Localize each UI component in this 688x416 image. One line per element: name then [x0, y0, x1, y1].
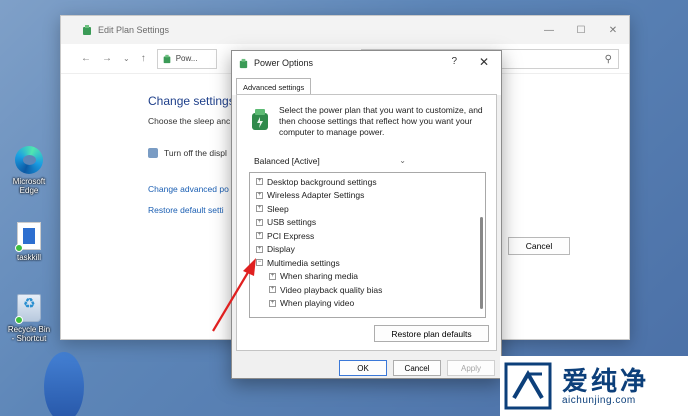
turn-off-display-row: Turn off the displ — [148, 148, 235, 158]
expand-icon[interactable]: + — [269, 299, 276, 307]
tree-subitem[interactable]: + When sharing media — [269, 270, 358, 283]
restore-default-settings-link[interactable]: Restore default setti — [148, 205, 235, 215]
expand-icon[interactable]: + — [256, 205, 263, 212]
tree-item[interactable]: + Sleep — [256, 202, 289, 215]
window-title: Edit Plan Settings — [98, 25, 170, 35]
tree-item[interactable]: + Desktop background settings — [256, 175, 377, 188]
power-plan-dropdown[interactable]: Balanced [Active] ⌄ — [250, 153, 410, 168]
back-arrow-icon[interactable]: ← — [81, 53, 91, 64]
address-text: Pow... — [175, 54, 198, 63]
watermark-chinese-text: 爱纯净 — [562, 365, 650, 396]
turn-off-display-label: Turn off the displ — [164, 148, 227, 158]
search-icon: ⚲ — [604, 53, 612, 65]
red-annotation-arrow-icon — [212, 258, 256, 332]
watermark: 爱纯净 aichunjing.com — [500, 356, 688, 416]
maximize-button[interactable]: ☐ — [565, 16, 597, 44]
expand-icon[interactable]: + — [256, 232, 263, 239]
watermark-logo-icon — [504, 362, 552, 410]
tree-item-label: Display — [267, 244, 295, 254]
up-arrow-icon[interactable]: ↑ — [141, 53, 146, 64]
expand-icon[interactable]: + — [256, 218, 263, 226]
tree-item-label: Wireless Adapter Settings — [267, 190, 365, 200]
display-icon — [148, 148, 158, 158]
wallpaper-swoosh — [44, 352, 84, 416]
expand-icon[interactable]: + — [256, 245, 263, 253]
change-advanced-settings-link[interactable]: Change advanced po — [148, 184, 235, 194]
tree-item[interactable]: + PCI Express — [256, 229, 314, 242]
file-icon — [15, 222, 41, 252]
tree-subitem[interactable]: + When playing video — [269, 297, 354, 310]
recycle-bin-icon — [15, 294, 41, 324]
power-options-dialog: Power Options ? ✕ Advanced settings Sele… — [231, 50, 502, 379]
advanced-settings-panel: Select the power plan that you want to c… — [236, 94, 497, 351]
scrollbar-thumb[interactable] — [480, 217, 483, 309]
power-options-icon — [163, 54, 171, 63]
expand-icon[interactable]: + — [256, 191, 263, 199]
close-button[interactable]: ✕ — [479, 55, 489, 69]
expand-icon[interactable]: + — [269, 286, 276, 293]
watermark-url: aichunjing.com — [562, 394, 636, 406]
desktop-icon-taskkill[interactable]: taskkill — [6, 222, 52, 262]
plan-selected-value: Balanced [Active] — [254, 155, 320, 166]
chevron-down-icon: ⌄ — [399, 156, 406, 165]
page-subtext: Choose the sleep anc — [148, 116, 231, 126]
desktop-icon-label: Microsoft Edge — [12, 177, 46, 195]
ok-button[interactable]: OK — [339, 360, 387, 376]
tree-item-multimedia[interactable]: − Multimedia settings — [256, 256, 340, 269]
power-plan-icon — [252, 109, 268, 130]
expand-icon[interactable]: + — [269, 272, 276, 280]
close-button[interactable]: ✕ — [597, 16, 629, 44]
tree-item-label: Desktop background settings — [267, 176, 377, 187]
cancel-button[interactable]: Cancel — [393, 360, 441, 376]
recent-chevron-down-icon[interactable]: ⌄ — [123, 54, 130, 63]
apply-button[interactable]: Apply — [447, 360, 495, 376]
tree-item[interactable]: + USB settings — [256, 216, 316, 229]
tree-item-label: USB settings — [267, 217, 317, 227]
tree-item-label: Sleep — [267, 203, 289, 214]
tree-item-label: PCI Express — [267, 230, 315, 241]
dialog-titlebar[interactable]: Power Options ? ✕ — [232, 51, 501, 75]
tree-subitem[interactable]: + Video playback quality bias — [269, 283, 382, 296]
tree-item-label: When playing video — [280, 298, 355, 308]
cancel-button[interactable]: Cancel — [508, 237, 570, 255]
minimize-button[interactable]: — — [533, 16, 565, 44]
restore-plan-defaults-button[interactable]: Restore plan defaults — [374, 325, 489, 342]
sync-check-icon — [15, 244, 23, 252]
help-button[interactable]: ? — [451, 56, 457, 67]
tree-item-label: Video playback quality bias — [280, 284, 383, 295]
window-titlebar[interactable]: Edit Plan Settings — ☐ ✕ — [61, 16, 629, 44]
intro-text: Select the power plan that you want to c… — [279, 105, 483, 137]
tree-item-label: When sharing media — [280, 271, 358, 281]
desktop-icon-label: taskkill — [16, 253, 41, 262]
dialog-title: Power Options — [254, 58, 314, 68]
power-options-icon — [83, 25, 91, 35]
edge-icon — [15, 146, 43, 174]
desktop-icon-label: Recycle Bin - Shortcut — [7, 325, 51, 343]
power-options-icon — [239, 58, 248, 68]
desktop-icon-recycle-bin[interactable]: Recycle Bin - Shortcut — [6, 294, 52, 343]
tree-item[interactable]: + Wireless Adapter Settings — [256, 189, 364, 202]
forward-arrow-icon[interactable]: → — [102, 53, 112, 64]
expand-icon[interactable]: + — [256, 178, 263, 185]
desktop-icon-edge[interactable]: Microsoft Edge — [6, 146, 52, 195]
sync-check-icon — [15, 316, 23, 324]
settings-tree[interactable]: + Desktop background settings + Wireless… — [249, 172, 486, 318]
address-bar[interactable]: Pow... — [156, 48, 217, 69]
tree-item-label: Multimedia settings — [267, 257, 340, 268]
page-heading: Change settings — [148, 94, 235, 108]
